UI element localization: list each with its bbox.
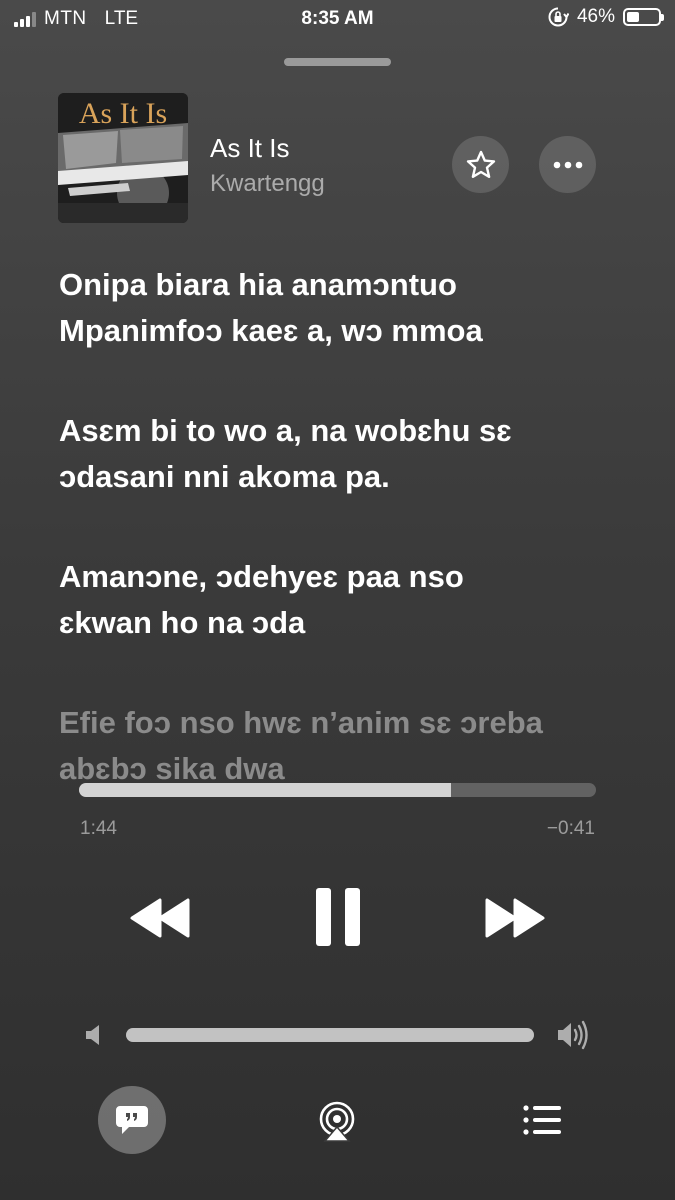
lyrics-view[interactable]: Onipa biara hia anamɔntuo Mpanimfoɔ kaeɛ… [59, 262, 639, 846]
song-title: As It Is [210, 133, 290, 163]
playback-scrubber[interactable] [79, 783, 596, 797]
speaker-low-icon [86, 1025, 99, 1045]
battery-icon [623, 8, 664, 26]
star-icon [466, 150, 495, 178]
lyric-stanza-upcoming[interactable]: Efie foɔ nso hwɛ n’anim sɛ ɔreba abɛbɔ s… [59, 700, 639, 792]
favorite-button[interactable] [452, 136, 509, 193]
volume-level-fill [126, 1028, 534, 1042]
volume-slider[interactable] [126, 1028, 534, 1042]
lyrics-toggle-button[interactable] [98, 1086, 166, 1154]
pause-icon [316, 888, 360, 946]
lyric-stanza[interactable]: Amanɔne, ɔdehyeɛ paa nso ɛkwan ho na ɔda [59, 554, 639, 646]
previous-track-button[interactable] [128, 895, 192, 941]
orientation-lock-icon [548, 7, 569, 27]
playback-progress-fill [79, 783, 452, 797]
time-remaining: −0:41 [546, 818, 595, 839]
lyric-stanza[interactable]: Onipa biara hia anamɔntuo Mpanimfoɔ kaeɛ… [59, 262, 639, 354]
queue-button[interactable] [522, 1103, 562, 1137]
status-right: 46% [547, 6, 664, 28]
lyric-line[interactable]: Mpanimfoɔ kaeɛ a, wɔ mmoa [59, 308, 639, 354]
status-bar: MTN LTE 8:35 AM 46% [0, 0, 675, 40]
battery-level [627, 12, 639, 22]
volume-min-indicator [84, 1022, 104, 1048]
pause-button[interactable] [314, 886, 362, 948]
album-artwork[interactable]: As It Is [58, 93, 188, 223]
speaker-high-icon [558, 1020, 588, 1050]
lyric-line[interactable]: Amanɔne, ɔdehyeɛ paa nso [59, 554, 639, 600]
lyric-line[interactable]: Asɛm bi to wo a, na wobɛhu sɛ [59, 408, 639, 454]
sheet-grabber[interactable] [284, 58, 391, 66]
lyric-line[interactable]: ɔdasani nni akoma pa. [59, 454, 639, 500]
album-artwork-title: As It Is [78, 97, 168, 130]
song-artist[interactable]: Kwartengg [210, 170, 325, 198]
lyric-line[interactable]: ɛkwan ho na ɔda [59, 600, 639, 646]
lyric-stanza[interactable]: Asɛm bi to wo a, na wobɛhu sɛ ɔdasani nn… [59, 408, 639, 500]
quote-bubble-icon [116, 1106, 148, 1134]
rewind-icon [130, 898, 190, 938]
ellipsis-icon [553, 161, 582, 168]
next-track-button[interactable] [483, 895, 547, 941]
volume-max-indicator [556, 1019, 592, 1051]
lyric-line[interactable]: Onipa biara hia anamɔntuo [59, 262, 639, 308]
lyric-line[interactable]: Efie foɔ nso hwɛ n’anim sɛ ɔreba [59, 700, 639, 746]
airplay-button[interactable] [316, 1100, 358, 1142]
time-elapsed: 1:44 [80, 818, 117, 839]
fast-forward-icon [485, 898, 545, 938]
airplay-icon [319, 1101, 355, 1142]
more-options-button[interactable] [539, 136, 596, 193]
list-icon [523, 1105, 561, 1135]
battery-percent: 46% [576, 6, 615, 27]
